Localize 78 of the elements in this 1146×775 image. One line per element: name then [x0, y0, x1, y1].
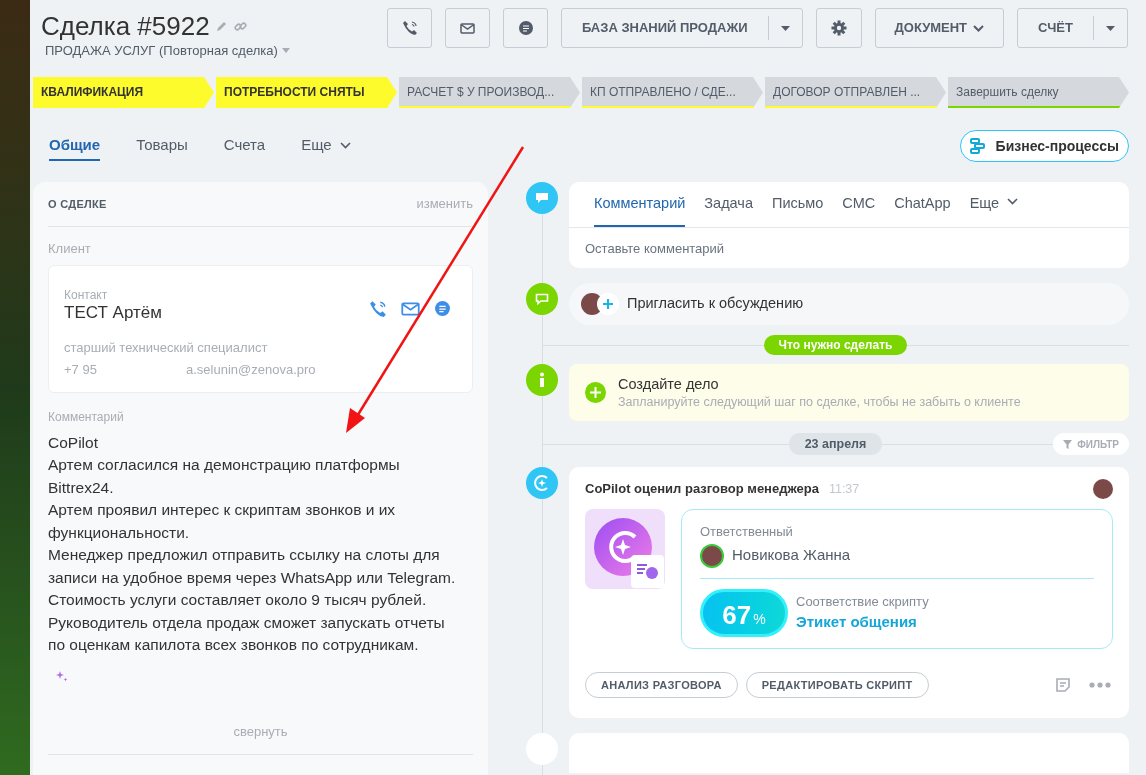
- composer-tab[interactable]: Еще: [969, 193, 1019, 227]
- tab[interactable]: Товары: [136, 131, 188, 161]
- invoice-split-button[interactable]: СЧЁТ: [1017, 8, 1128, 48]
- envelope-icon: [460, 22, 475, 34]
- comment-paragraph: Менеджер предложил отправить ссылку на слоты для записи на удобное время через WhatsApp или Telegram.: [48, 545, 457, 588]
- sparkle-icon[interactable]: [56, 670, 68, 682]
- pipeline-stage[interactable]: КВАЛИФИКАЦИЯ: [33, 77, 214, 108]
- chat-bubble-icon[interactable]: [434, 300, 451, 317]
- pipeline-stage[interactable]: КП ОТПРАВЛЕНО / СДЕ...: [582, 77, 763, 108]
- chat-icon: [526, 283, 558, 315]
- comment-field[interactable]: Оставьте комментарий: [569, 228, 1129, 268]
- chevron-down-icon: [339, 141, 351, 149]
- contact-position: старший технический специалист: [64, 338, 269, 357]
- envelope-icon[interactable]: [401, 301, 420, 316]
- contact-name[interactable]: ТЕСТ Артём: [64, 301, 369, 324]
- field-label: Комментарий: [48, 408, 125, 426]
- composer-tab[interactable]: Задача: [704, 193, 753, 227]
- pipeline-stage[interactable]: РАСЧЕТ $ У ПРОИЗВОД...: [399, 77, 580, 108]
- time-label: 11:37: [828, 480, 860, 498]
- card-title: CoPilot оценил разговор менеджера: [585, 480, 819, 499]
- phone-icon[interactable]: [369, 299, 387, 318]
- field-label: Контакт: [64, 287, 109, 302]
- info-icon: [526, 364, 558, 396]
- flowchart-icon: [969, 138, 988, 154]
- pipeline-stage[interactable]: ПОТРЕБНОСТИ СНЯТЫ: [216, 77, 397, 108]
- create-task-hint: Запланируйте следующий шаг по сделке, чтобы не забыть о клиенте: [618, 393, 1021, 411]
- comment-paragraph: Стоимость услуги составляет около 9 тысяч рублей.: [48, 590, 428, 610]
- caret-icon[interactable]: [780, 25, 790, 31]
- comment-icon: [526, 182, 558, 214]
- chat-button[interactable]: [503, 8, 548, 48]
- knowledge-base-split-button[interactable]: БАЗА ЗНАНИЙ ПРОДАЖИ: [561, 8, 803, 48]
- funnel-icon: [1063, 439, 1073, 449]
- more-icon[interactable]: [1089, 682, 1111, 688]
- date-badge: 23 апреля: [788, 433, 883, 455]
- comment-paragraph: Артем согласился на демонстрацию платформы Bittrex24.: [48, 455, 401, 498]
- invite-button[interactable]: Пригласить к обсуждению: [569, 283, 1129, 325]
- tab[interactable]: Еще: [301, 131, 351, 161]
- comment-paragraph: Руководитель отдела продаж сможет запускать отчеты по оценкам капилота всех звонков по сотрудникам.: [48, 612, 446, 655]
- avatar: [700, 543, 724, 568]
- comment-paragraph: CoPilot: [48, 432, 99, 453]
- avatar: [1093, 479, 1113, 499]
- composer-tab[interactable]: ChatApp: [894, 193, 951, 227]
- email-button[interactable]: [445, 8, 490, 48]
- phone-icon: [401, 20, 418, 36]
- pipeline-stage[interactable]: Завершить сделку: [948, 77, 1129, 108]
- create-task-title[interactable]: Создайте дело: [618, 374, 1021, 393]
- tab[interactable]: Счета: [223, 131, 266, 161]
- document-button[interactable]: ДОКУМЕНТ: [874, 8, 1005, 48]
- call-button[interactable]: [387, 8, 432, 48]
- business-processes-button[interactable]: Бизнес-процессы: [959, 130, 1129, 162]
- invoice-label[interactable]: СЧЁТ: [1018, 16, 1094, 40]
- settings-icon: [830, 20, 847, 36]
- pipeline-stage[interactable]: ДОГОВОР ОТПРАВЛЕН ...: [765, 77, 946, 108]
- copilot-icon: [526, 467, 558, 499]
- add-icon[interactable]: [585, 382, 606, 403]
- score-badge: 67%: [700, 588, 788, 637]
- tab[interactable]: Общие: [49, 131, 101, 161]
- field-label: Соответствие скрипту: [796, 592, 929, 611]
- composer-tab[interactable]: Письмо: [772, 193, 824, 227]
- deal-category[interactable]: ПРОДАЖА УСЛУГ (Повторная сделка): [45, 41, 278, 61]
- composer-tab[interactable]: СМС: [842, 193, 876, 227]
- section-title: О СДЕЛКЕ: [48, 196, 107, 212]
- comment-paragraph: Артем проявил интерес к скриптам звонков и их функциональности.: [48, 500, 397, 543]
- deal-title: Сделка #5922: [41, 11, 210, 41]
- chevron-down-icon: [973, 24, 985, 32]
- note-icon[interactable]: [1055, 677, 1071, 693]
- pencil-icon[interactable]: [215, 20, 228, 32]
- caret-icon[interactable]: [1105, 25, 1115, 31]
- settings-button[interactable]: [815, 8, 862, 48]
- field-label: Ответственный: [700, 523, 794, 541]
- chat-bubble-icon: [517, 20, 534, 36]
- field-label: Клиент: [48, 240, 92, 258]
- plus-icon: [597, 293, 619, 315]
- section-badge: Что нужно сделать: [763, 335, 908, 355]
- chevron-down-icon: [1007, 198, 1019, 205]
- responsible-name[interactable]: Новикова Жанна: [732, 544, 851, 567]
- link-icon[interactable]: [233, 19, 247, 33]
- knowledge-base-label[interactable]: БАЗА ЗНАНИЙ ПРОДАЖИ: [562, 16, 769, 40]
